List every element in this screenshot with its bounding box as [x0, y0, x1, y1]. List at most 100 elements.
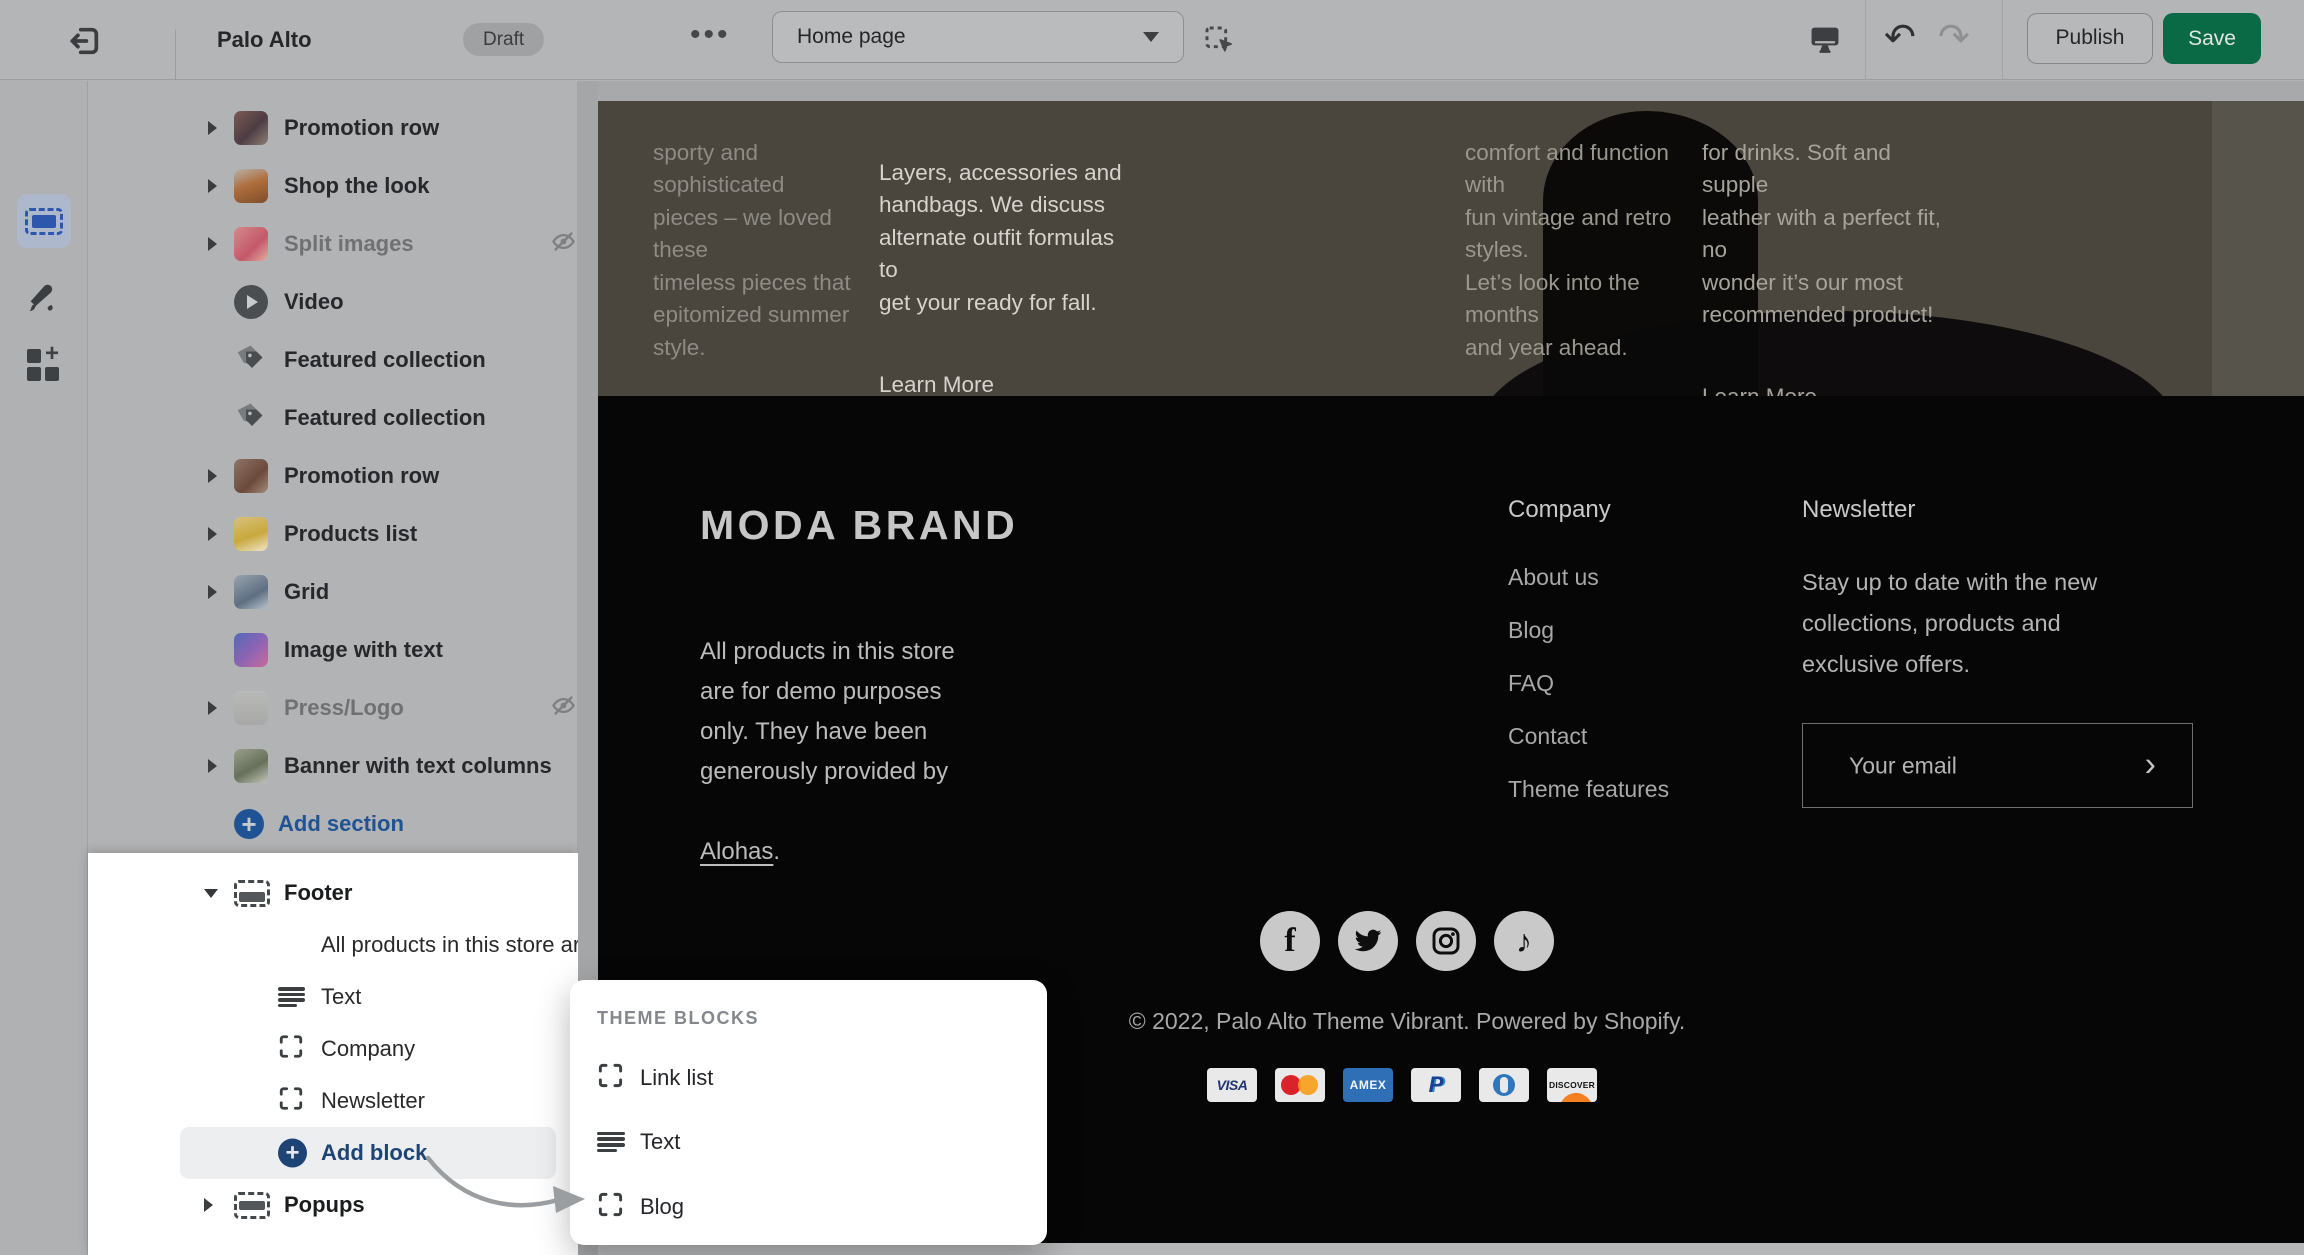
- facebook-button[interactable]: f: [1260, 911, 1320, 971]
- company-links: About us Blog FAQ Contact Theme features: [1508, 564, 1669, 829]
- rail-app-embeds-tab[interactable]: +: [17, 339, 71, 393]
- footer-link-blog[interactable]: Blog: [1508, 617, 1669, 670]
- sidebar-item-footer[interactable]: Footer: [88, 867, 578, 919]
- popup-item-text[interactable]: Text: [570, 1113, 1047, 1171]
- newsletter-email-form: Your email ›: [1802, 723, 2193, 808]
- banner-column-4: for drinks. Soft and supple leather with…: [1702, 104, 1942, 396]
- popup-item-link-list[interactable]: Link list: [570, 1049, 1047, 1107]
- chevron-right-icon[interactable]: [208, 527, 217, 541]
- sidebar-item-featured-collection[interactable]: Featured collection: [88, 331, 577, 389]
- chevron-right-icon[interactable]: [208, 237, 217, 251]
- social-icons-row: f ♪: [1260, 911, 1554, 971]
- save-button[interactable]: Save: [2163, 13, 2261, 64]
- visa-icon: VISA: [1207, 1068, 1257, 1102]
- footer-link-about-us[interactable]: About us: [1508, 564, 1669, 617]
- chevron-right-icon[interactable]: [208, 759, 217, 773]
- sidebar-item-products-list[interactable]: Products list: [88, 505, 577, 563]
- twitter-button[interactable]: [1338, 911, 1398, 971]
- instagram-icon: [1430, 925, 1462, 957]
- footer-block-company[interactable]: Company: [88, 1023, 578, 1075]
- undo-button[interactable]: ↶: [1884, 14, 1916, 62]
- device-preview-button[interactable]: [1808, 21, 1842, 57]
- chevron-right-icon[interactable]: [208, 701, 217, 715]
- sections-icon: [25, 208, 63, 235]
- publish-button[interactable]: Publish: [2027, 13, 2153, 64]
- chevron-right-icon[interactable]: [208, 121, 217, 135]
- store-brand: MODA BRAND: [700, 502, 1018, 549]
- instagram-button[interactable]: [1416, 911, 1476, 971]
- rail-sections-tab[interactable]: [17, 194, 71, 248]
- page-selector[interactable]: Home page: [772, 11, 1184, 63]
- alohas-link[interactable]: Alohas: [700, 838, 773, 865]
- sidebar-item-grid[interactable]: Grid: [88, 563, 577, 621]
- mastercard-icon: [1275, 1068, 1325, 1102]
- exit-editor-button[interactable]: [66, 22, 104, 60]
- footer-block-newsletter[interactable]: Newsletter: [88, 1075, 578, 1127]
- hidden-eye-icon[interactable]: [550, 228, 577, 260]
- chevron-down-icon[interactable]: [204, 889, 218, 898]
- tiktok-button[interactable]: ♪: [1494, 911, 1554, 971]
- sidebar-item-popups[interactable]: Popups: [88, 1179, 578, 1231]
- chevron-right-icon[interactable]: [204, 1198, 213, 1212]
- add-section-button[interactable]: + Add section: [88, 795, 577, 853]
- paintbrush-icon: [24, 278, 64, 318]
- add-block-button[interactable]: Add block: [321, 1140, 427, 1166]
- block-brackets-icon: [278, 1086, 304, 1117]
- plus-circle-icon: +: [234, 809, 264, 839]
- amex-icon: AMEX: [1343, 1068, 1393, 1102]
- sidebar-item-press-logo[interactable]: Press/Logo: [88, 679, 577, 737]
- copyright-text: © 2022, Palo Alto Theme Vibrant. Powered…: [1007, 1008, 1807, 1035]
- section-thumbnail: [234, 459, 268, 493]
- text-block-icon: [278, 987, 305, 1007]
- more-actions-button[interactable]: •••: [690, 18, 731, 52]
- footer-company-column: Company About us Blog FAQ Contact Theme …: [1508, 496, 1669, 829]
- banner-column-1: sporty and sophisticated pieces – we lov…: [653, 104, 893, 396]
- learn-more-link[interactable]: Learn More: [879, 369, 994, 397]
- block-brackets-icon: [597, 1062, 624, 1094]
- newsletter-text: Stay up to date with the new collections…: [1802, 562, 2172, 685]
- chevron-right-icon[interactable]: [208, 469, 217, 483]
- section-thumbnail: [234, 111, 268, 145]
- sidebar-item-promotion-row[interactable]: Promotion row: [88, 99, 577, 157]
- text-block-icon: [597, 1132, 625, 1153]
- footer-block-text[interactable]: Text: [88, 971, 578, 1023]
- sidebar-item-video[interactable]: Video: [88, 273, 577, 331]
- app-embeds-icon: +: [27, 349, 61, 383]
- rail-theme-settings-tab[interactable]: [17, 271, 71, 325]
- company-heading: Company: [1508, 496, 1669, 524]
- add-block-row[interactable]: + Add block: [88, 1127, 578, 1179]
- footer-link-faq[interactable]: FAQ: [1508, 670, 1669, 723]
- redo-button[interactable]: ↷: [1938, 14, 1970, 62]
- sidebar-item-featured-collection[interactable]: Featured collection: [88, 389, 577, 447]
- page-selector-value: Home page: [797, 25, 1143, 49]
- submit-arrow-icon[interactable]: ›: [2145, 745, 2156, 784]
- sidebar-item-promotion-row-2[interactable]: Promotion row: [88, 447, 577, 505]
- chevron-right-icon[interactable]: [208, 585, 217, 599]
- popup-item-blog[interactable]: Blog: [570, 1178, 1047, 1236]
- email-input[interactable]: Your email: [1849, 752, 1957, 779]
- section-thumbnail: [234, 633, 268, 667]
- facebook-icon: f: [1284, 922, 1295, 960]
- collection-tags-icon: [234, 398, 270, 439]
- sidebar-item-image-with-text[interactable]: Image with text: [88, 621, 577, 679]
- editor-rail: +: [0, 81, 88, 1255]
- learn-more-link[interactable]: Learn More: [1702, 381, 1817, 396]
- footer-link-contact[interactable]: Contact: [1508, 723, 1669, 776]
- section-thumbnail: [234, 169, 268, 203]
- footer-block-text-preview[interactable]: All products in this store are ...: [88, 919, 578, 971]
- inspect-element-button[interactable]: [1203, 24, 1235, 56]
- hidden-eye-icon[interactable]: [550, 692, 577, 724]
- sidebar-item-split-images[interactable]: Split images: [88, 215, 577, 273]
- section-thumbnail: [234, 575, 268, 609]
- discover-icon: DISCOVER: [1547, 1068, 1597, 1102]
- block-brackets-icon: [278, 1034, 304, 1065]
- desktop-icon: [1808, 21, 1842, 57]
- section-thumbnail: [234, 227, 268, 261]
- sidebar-item-shop-the-look[interactable]: Shop the look: [88, 157, 577, 215]
- theme-editor: Palo Alto Draft ••• Home page ↶ ↷ Publis…: [0, 0, 2304, 1255]
- footer-link-theme-features[interactable]: Theme features: [1508, 776, 1669, 829]
- chevron-right-icon[interactable]: [208, 179, 217, 193]
- diners-club-icon: [1479, 1068, 1529, 1102]
- footer-section-panel: Footer All products in this store are ..…: [88, 853, 578, 1255]
- sidebar-item-banner-with-text-columns[interactable]: Banner with text columns: [88, 737, 577, 795]
